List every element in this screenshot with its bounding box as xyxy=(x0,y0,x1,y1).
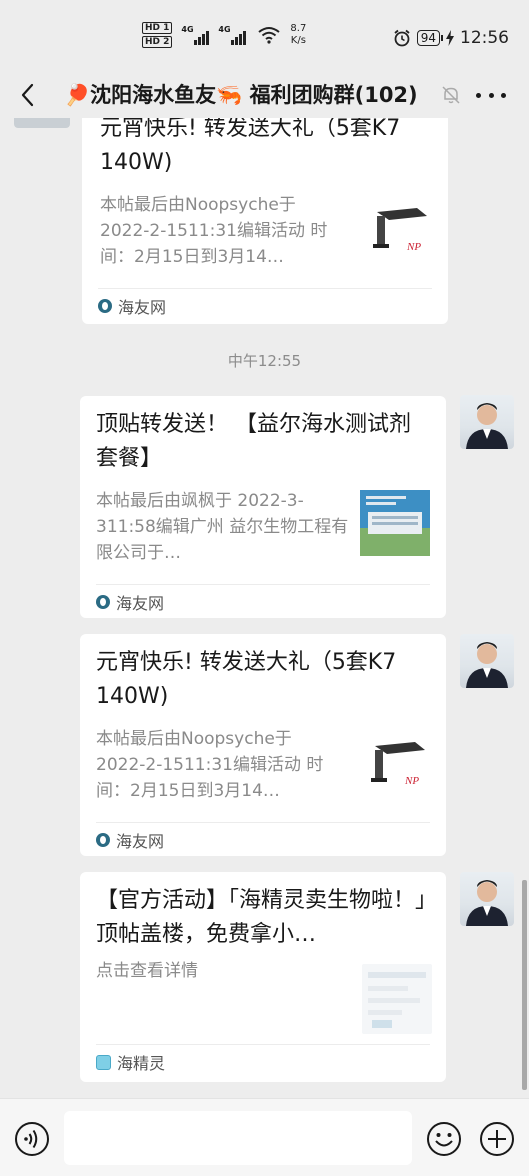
svg-text:NP: NP xyxy=(406,241,421,253)
message-list[interactable]: 元宵快乐! 转发送大礼（5套K7 140W) 本帖最后由Noopsyche于 2… xyxy=(0,118,529,1098)
card-title: 元宵快乐! 转发送大礼（5套K7 140W) xyxy=(96,650,397,709)
status-right: 94 12:56 xyxy=(393,28,509,48)
card-description: 点击查看详情 xyxy=(96,961,198,981)
link-card-2[interactable]: 顶贴转发送！ 【益尔海水测试剂套餐】 本帖最后由飒枫于 2022-3-311:5… xyxy=(80,396,446,618)
more-functions-button[interactable] xyxy=(479,1121,515,1157)
dot-icon xyxy=(488,92,494,98)
partial-avatar xyxy=(14,118,70,128)
hd1-indicator: HD 1 xyxy=(142,22,173,34)
card-description: 本帖最后由飒枫于 2022-3-311:58编辑广州 益尔生物工程有限公司于… xyxy=(96,491,349,563)
wifi-icon xyxy=(258,27,281,44)
more-options-button[interactable] xyxy=(476,90,506,100)
clock: 12:56 xyxy=(460,28,509,48)
avatar-photo-icon xyxy=(466,403,508,449)
card-divider xyxy=(96,822,430,823)
link-card-4[interactable]: 【官方活动】「海精灵卖生物啦！」顶帖盖楼，免费拿小… 点击查看详情 海精灵 xyxy=(80,872,446,1082)
dot-icon xyxy=(476,92,481,98)
status-left: HD 1 HD 2 4G 4G 8.7 K/s xyxy=(142,22,306,48)
source-label: 海友网 xyxy=(118,298,167,317)
alarm-icon xyxy=(394,29,410,47)
card-divider xyxy=(98,288,432,289)
link-card-1[interactable]: 元宵快乐! 转发送大礼（5套K7 140W) 本帖最后由Noopsyche于 2… xyxy=(82,118,448,324)
card-divider xyxy=(96,584,430,585)
timestamp: 中午12:55 xyxy=(227,352,302,370)
card-source: 海友网 xyxy=(96,590,164,614)
haiyou-logo-icon xyxy=(96,595,110,609)
avatar-photo-icon xyxy=(466,642,508,688)
haiyou-logo-icon xyxy=(96,833,110,847)
signal-2-icon: 4G xyxy=(218,25,247,45)
mute-bell-icon xyxy=(442,86,460,104)
message-input[interactable] xyxy=(64,1111,412,1165)
scrollbar[interactable] xyxy=(522,880,527,1090)
emoji-button[interactable] xyxy=(426,1121,462,1157)
network-type-2: 4G xyxy=(218,25,231,34)
voice-input-button[interactable] xyxy=(14,1121,50,1157)
signal-1-icon: 4G xyxy=(181,25,210,45)
source-label: 海友网 xyxy=(116,594,165,613)
speed-value: 8.7 xyxy=(290,23,307,34)
svg-text:NP: NP xyxy=(404,775,419,787)
card-description: 本帖最后由Noopsyche于 2022-2-1511:31编辑活动 时间：2月… xyxy=(100,195,328,267)
card-title: 【官方活动】「海精灵卖生物啦！」顶帖盖楼，免费拿小… xyxy=(96,888,427,947)
hd-indicators: HD 1 HD 2 xyxy=(142,22,173,48)
status-bar: HD 1 HD 2 4G 4G 8.7 K/s 94 12:56 xyxy=(0,0,529,72)
building-thumbnail xyxy=(360,490,430,556)
network-speed: 8.7 K/s xyxy=(290,23,306,47)
input-bar xyxy=(0,1098,529,1176)
card-title: 元宵快乐! 转发送大礼（5套K7 140W) xyxy=(100,118,401,175)
battery-indicator: 94 xyxy=(416,30,444,46)
lamp-product-thumbnail: NP xyxy=(367,198,437,268)
blurred-thumbnail xyxy=(362,964,432,1034)
card-source: 海友网 xyxy=(98,294,166,318)
hd2-indicator: HD 2 xyxy=(142,36,173,48)
user-avatar[interactable] xyxy=(460,634,514,688)
card-description: 本帖最后由Noopsyche于 2022-2-1511:31编辑活动 时间：2月… xyxy=(96,729,324,801)
avatar-photo-icon xyxy=(466,880,508,926)
card-source: 海友网 xyxy=(96,828,164,852)
charging-icon xyxy=(446,30,454,46)
link-card-3[interactable]: 元宵快乐! 转发送大礼（5套K7 140W) 本帖最后由Noopsyche于 2… xyxy=(80,634,446,856)
network-type-1: 4G xyxy=(181,25,194,34)
haiyou-logo-icon xyxy=(98,299,112,313)
lamp-product-thumbnail: NP xyxy=(365,732,435,802)
haijingling-logo-icon xyxy=(96,1054,111,1070)
chat-header: 🏓沈阳海水鱼友🦐 福利团购群(102) xyxy=(0,72,529,118)
user-avatar[interactable] xyxy=(460,872,514,926)
speed-unit: K/s xyxy=(290,35,306,46)
dot-icon xyxy=(501,92,506,98)
card-divider xyxy=(96,1044,430,1045)
source-label: 海精灵 xyxy=(117,1054,166,1073)
user-avatar[interactable] xyxy=(460,395,514,449)
card-source: 海精灵 xyxy=(96,1050,165,1074)
back-button[interactable] xyxy=(16,80,40,110)
card-title: 顶贴转发送！ 【益尔海水测试剂套餐】 xyxy=(96,412,411,471)
chat-title: 🏓沈阳海水鱼友🦐 福利团购群(102) xyxy=(64,83,418,107)
source-label: 海友网 xyxy=(116,832,165,851)
